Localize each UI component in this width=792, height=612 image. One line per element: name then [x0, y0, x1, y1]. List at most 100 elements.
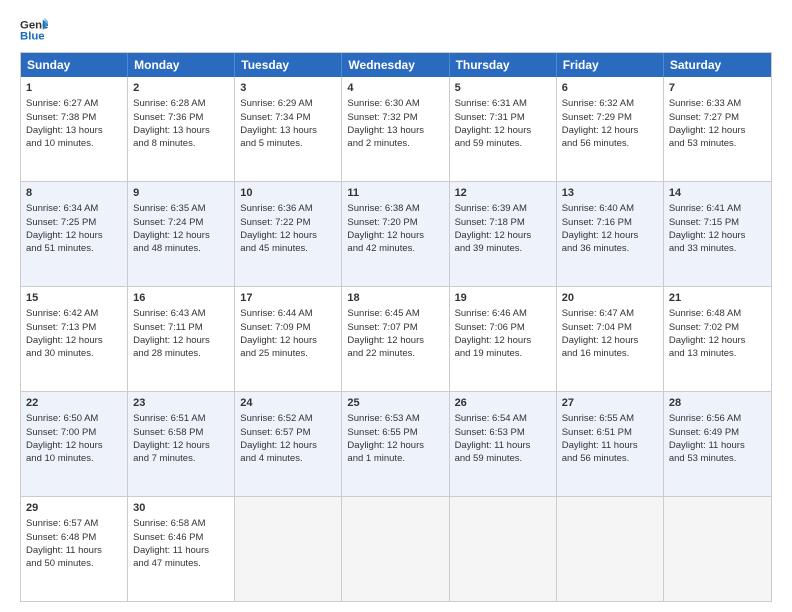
day-cell-28: 28Sunrise: 6:56 AMSunset: 6:49 PMDayligh…: [664, 392, 771, 496]
day-info-line: Sunset: 6:49 PM: [669, 426, 766, 439]
day-cell-5: 5Sunrise: 6:31 AMSunset: 7:31 PMDaylight…: [450, 77, 557, 181]
header-cell-tuesday: Tuesday: [235, 53, 342, 77]
day-info-line: Sunset: 6:55 PM: [347, 426, 443, 439]
day-info-line: Daylight: 12 hours: [133, 229, 229, 242]
day-number: 27: [562, 396, 658, 411]
calendar-row-2: 8Sunrise: 6:34 AMSunset: 7:25 PMDaylight…: [21, 181, 771, 286]
day-info-line: Sunset: 7:15 PM: [669, 216, 766, 229]
day-number: 30: [133, 501, 229, 516]
day-info-line: Sunrise: 6:38 AM: [347, 202, 443, 215]
day-info-line: and 28 minutes.: [133, 347, 229, 360]
day-cell-23: 23Sunrise: 6:51 AMSunset: 6:58 PMDayligh…: [128, 392, 235, 496]
day-number: 22: [26, 396, 122, 411]
day-cell-14: 14Sunrise: 6:41 AMSunset: 7:15 PMDayligh…: [664, 182, 771, 286]
day-cell-30: 30Sunrise: 6:58 AMSunset: 6:46 PMDayligh…: [128, 497, 235, 601]
day-info-line: Daylight: 11 hours: [133, 544, 229, 557]
empty-cell: [664, 497, 771, 601]
day-info-line: Daylight: 13 hours: [240, 124, 336, 137]
day-info-line: and 10 minutes.: [26, 137, 122, 150]
empty-cell: [342, 497, 449, 601]
day-info-line: Sunrise: 6:39 AM: [455, 202, 551, 215]
calendar-row-5: 29Sunrise: 6:57 AMSunset: 6:48 PMDayligh…: [21, 496, 771, 601]
day-cell-25: 25Sunrise: 6:53 AMSunset: 6:55 PMDayligh…: [342, 392, 449, 496]
day-cell-13: 13Sunrise: 6:40 AMSunset: 7:16 PMDayligh…: [557, 182, 664, 286]
day-info-line: and 5 minutes.: [240, 137, 336, 150]
day-cell-17: 17Sunrise: 6:44 AMSunset: 7:09 PMDayligh…: [235, 287, 342, 391]
day-cell-15: 15Sunrise: 6:42 AMSunset: 7:13 PMDayligh…: [21, 287, 128, 391]
day-info-line: Sunrise: 6:55 AM: [562, 412, 658, 425]
day-info-line: Sunset: 7:38 PM: [26, 111, 122, 124]
empty-cell: [557, 497, 664, 601]
day-info-line: Sunrise: 6:51 AM: [133, 412, 229, 425]
day-cell-22: 22Sunrise: 6:50 AMSunset: 7:00 PMDayligh…: [21, 392, 128, 496]
day-info-line: Sunset: 7:06 PM: [455, 321, 551, 334]
day-cell-9: 9Sunrise: 6:35 AMSunset: 7:24 PMDaylight…: [128, 182, 235, 286]
day-info-line: Sunrise: 6:34 AM: [26, 202, 122, 215]
day-info-line: and 36 minutes.: [562, 242, 658, 255]
day-cell-6: 6Sunrise: 6:32 AMSunset: 7:29 PMDaylight…: [557, 77, 664, 181]
day-info-line: and 30 minutes.: [26, 347, 122, 360]
day-number: 25: [347, 396, 443, 411]
day-number: 7: [669, 81, 766, 96]
day-info-line: and 48 minutes.: [133, 242, 229, 255]
day-info-line: Sunset: 7:25 PM: [26, 216, 122, 229]
day-number: 2: [133, 81, 229, 96]
day-info-line: Sunrise: 6:53 AM: [347, 412, 443, 425]
day-info-line: Sunrise: 6:57 AM: [26, 517, 122, 530]
day-info-line: Daylight: 12 hours: [347, 229, 443, 242]
day-cell-20: 20Sunrise: 6:47 AMSunset: 7:04 PMDayligh…: [557, 287, 664, 391]
day-info-line: Daylight: 12 hours: [455, 124, 551, 137]
day-info-line: Sunrise: 6:42 AM: [26, 307, 122, 320]
day-number: 24: [240, 396, 336, 411]
day-cell-4: 4Sunrise: 6:30 AMSunset: 7:32 PMDaylight…: [342, 77, 449, 181]
day-number: 13: [562, 186, 658, 201]
day-info-line: Sunrise: 6:31 AM: [455, 97, 551, 110]
day-info-line: Daylight: 11 hours: [669, 439, 766, 452]
svg-text:Blue: Blue: [20, 31, 45, 43]
day-info-line: and 56 minutes.: [562, 137, 658, 150]
day-number: 16: [133, 291, 229, 306]
day-info-line: Sunset: 6:58 PM: [133, 426, 229, 439]
day-info-line: Daylight: 12 hours: [240, 334, 336, 347]
day-cell-10: 10Sunrise: 6:36 AMSunset: 7:22 PMDayligh…: [235, 182, 342, 286]
day-info-line: and 16 minutes.: [562, 347, 658, 360]
day-number: 18: [347, 291, 443, 306]
day-info-line: Daylight: 12 hours: [133, 439, 229, 452]
day-info-line: Daylight: 12 hours: [669, 229, 766, 242]
day-cell-3: 3Sunrise: 6:29 AMSunset: 7:34 PMDaylight…: [235, 77, 342, 181]
day-info-line: Sunset: 6:51 PM: [562, 426, 658, 439]
day-info-line: Daylight: 12 hours: [133, 334, 229, 347]
day-info-line: and 7 minutes.: [133, 452, 229, 465]
day-number: 29: [26, 501, 122, 516]
day-cell-21: 21Sunrise: 6:48 AMSunset: 7:02 PMDayligh…: [664, 287, 771, 391]
day-number: 5: [455, 81, 551, 96]
day-info-line: Sunset: 7:02 PM: [669, 321, 766, 334]
day-number: 23: [133, 396, 229, 411]
day-info-line: and 45 minutes.: [240, 242, 336, 255]
day-info-line: Daylight: 12 hours: [240, 229, 336, 242]
day-info-line: and 53 minutes.: [669, 452, 766, 465]
day-number: 19: [455, 291, 551, 306]
day-info-line: Sunrise: 6:54 AM: [455, 412, 551, 425]
day-info-line: Daylight: 13 hours: [26, 124, 122, 137]
day-info-line: Sunrise: 6:52 AM: [240, 412, 336, 425]
day-number: 11: [347, 186, 443, 201]
day-info-line: Daylight: 12 hours: [347, 334, 443, 347]
day-cell-19: 19Sunrise: 6:46 AMSunset: 7:06 PMDayligh…: [450, 287, 557, 391]
day-info-line: Daylight: 12 hours: [240, 439, 336, 452]
day-info-line: Sunset: 7:00 PM: [26, 426, 122, 439]
header-cell-friday: Friday: [557, 53, 664, 77]
day-info-line: and 42 minutes.: [347, 242, 443, 255]
day-info-line: and 39 minutes.: [455, 242, 551, 255]
day-info-line: and 8 minutes.: [133, 137, 229, 150]
day-info-line: Sunset: 7:27 PM: [669, 111, 766, 124]
calendar-row-3: 15Sunrise: 6:42 AMSunset: 7:13 PMDayligh…: [21, 286, 771, 391]
day-cell-11: 11Sunrise: 6:38 AMSunset: 7:20 PMDayligh…: [342, 182, 449, 286]
day-info-line: Daylight: 13 hours: [347, 124, 443, 137]
calendar-row-4: 22Sunrise: 6:50 AMSunset: 7:00 PMDayligh…: [21, 391, 771, 496]
day-info-line: Daylight: 12 hours: [669, 124, 766, 137]
day-info-line: and 56 minutes.: [562, 452, 658, 465]
day-info-line: Sunrise: 6:36 AM: [240, 202, 336, 215]
day-cell-12: 12Sunrise: 6:39 AMSunset: 7:18 PMDayligh…: [450, 182, 557, 286]
day-info-line: Daylight: 12 hours: [669, 334, 766, 347]
